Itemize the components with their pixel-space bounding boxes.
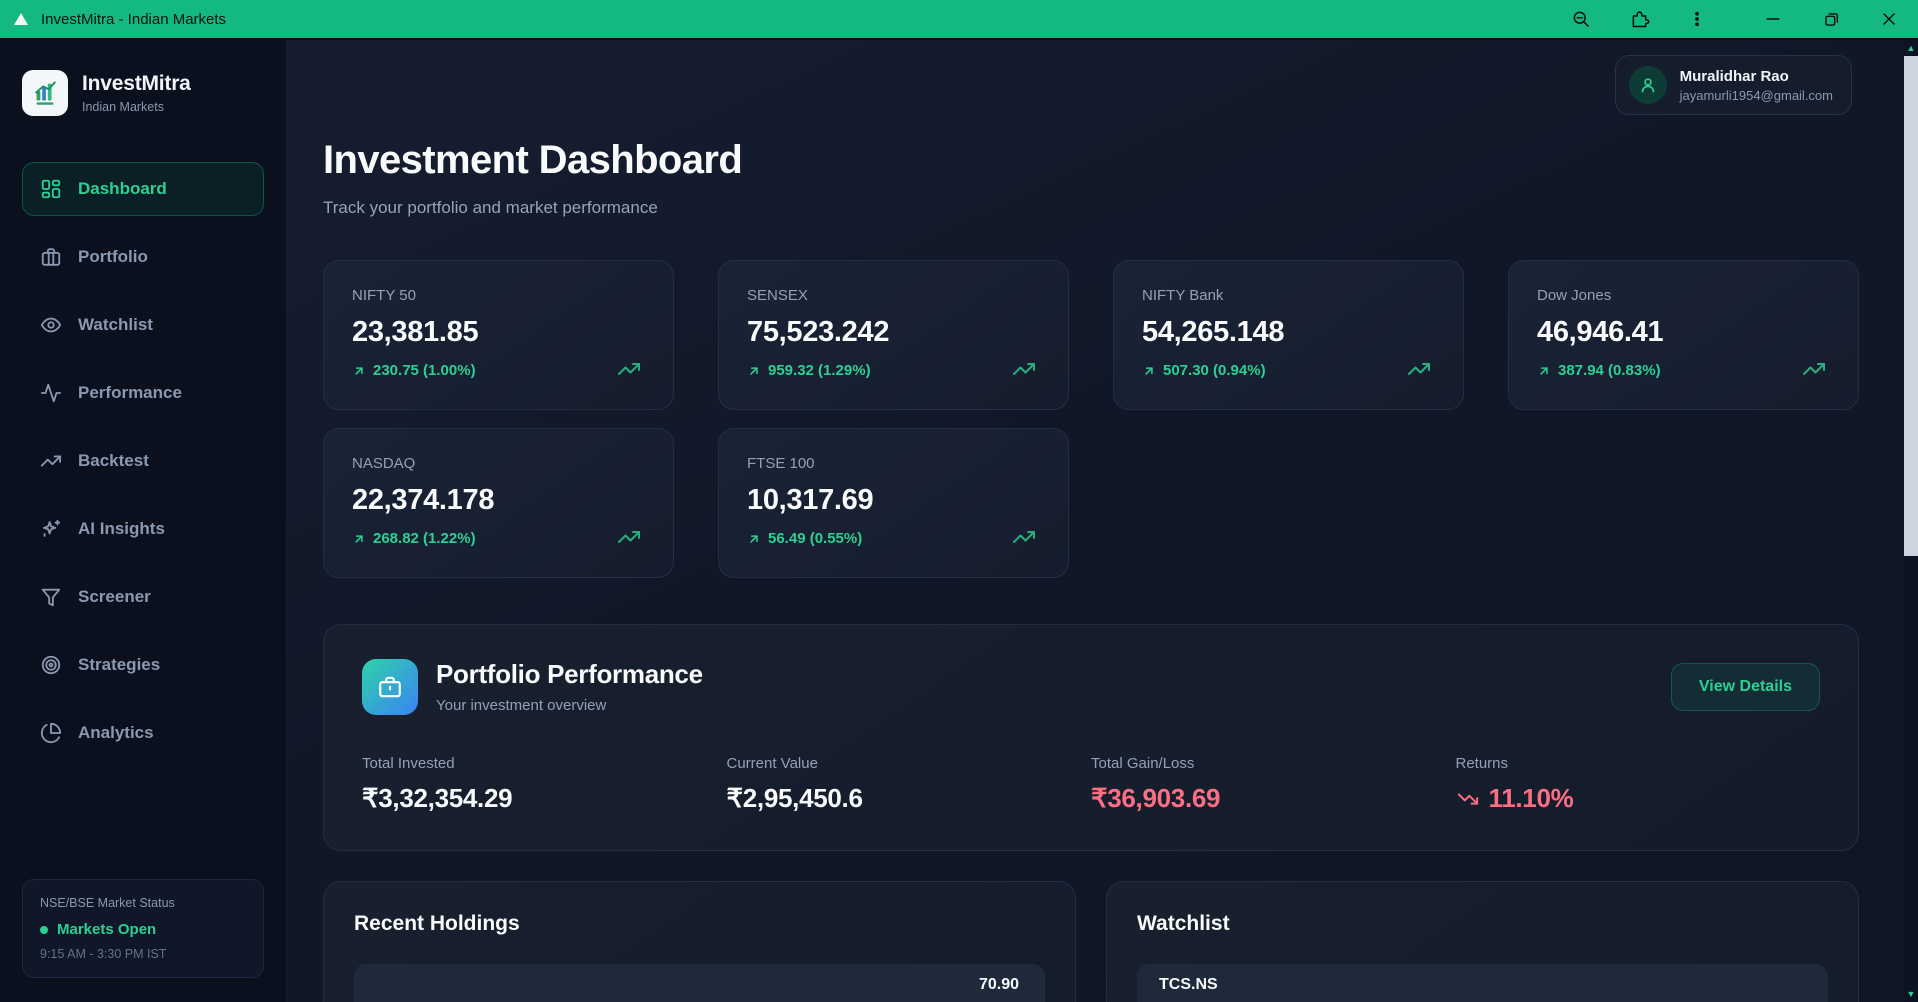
page-subtitle: Track your portfolio and market performa… xyxy=(323,198,1859,218)
market-index-grid: NIFTY 50 23,381.85 230.75 (1.00%) SENSEX… xyxy=(323,260,1859,578)
briefcase-icon xyxy=(40,246,62,268)
watchlist-panel: Watchlist TCS.NS xyxy=(1106,881,1859,1002)
restore-button[interactable] xyxy=(1802,0,1860,38)
portfolio-icon xyxy=(362,659,418,715)
trending-up-icon xyxy=(611,357,647,381)
view-details-button[interactable]: View Details xyxy=(1671,663,1820,711)
trending-up-icon xyxy=(1006,357,1042,381)
trending-up-icon xyxy=(1401,357,1437,381)
index-card-ftse100[interactable]: FTSE 100 10,317.69 56.49 (0.55%) xyxy=(718,428,1069,578)
sidebar-item-strategies[interactable]: Strategies xyxy=(22,638,264,692)
stat-total-invested: Total Invested ₹3,32,354.29 xyxy=(362,755,727,814)
minimize-button[interactable] xyxy=(1744,0,1802,38)
extensions-icon[interactable] xyxy=(1610,0,1668,38)
portfolio-title: Portfolio Performance xyxy=(436,659,703,690)
index-card-niftybank[interactable]: NIFTY Bank 54,265.148 507.30 (0.94%) xyxy=(1113,260,1464,410)
recent-holdings-panel: Recent Holdings 70.90 xyxy=(323,881,1076,1002)
brand-subtitle: Indian Markets xyxy=(82,100,191,114)
trending-up-icon xyxy=(611,525,647,549)
sidebar-item-dashboard[interactable]: Dashboard xyxy=(22,162,264,216)
watchlist-symbol: TCS.NS xyxy=(1159,976,1218,994)
app-window: InvestMitra - Indian Markets xyxy=(0,0,1918,1002)
trending-down-icon xyxy=(1456,788,1480,810)
eye-icon xyxy=(40,314,62,336)
menu-kebab-icon[interactable] xyxy=(1668,0,1726,38)
stat-returns: Returns 11.10% xyxy=(1456,755,1821,814)
arrow-up-right-icon xyxy=(747,364,761,378)
holding-row[interactable]: 70.90 xyxy=(354,964,1045,1002)
arrow-up-right-icon xyxy=(1142,364,1156,378)
brand-logo-icon xyxy=(22,70,68,116)
dashboard-content: Investment Dashboard Track your portfoli… xyxy=(287,40,1918,1002)
sidebar-item-watchlist[interactable]: Watchlist xyxy=(22,298,264,352)
arrow-up-right-icon xyxy=(747,532,761,546)
titlebar-actions xyxy=(1552,0,1918,38)
user-name: Muralidhar Rao xyxy=(1680,68,1833,85)
portfolio-subtitle: Your investment overview xyxy=(436,697,703,714)
sidebar-item-ai-insights[interactable]: AI Insights xyxy=(22,502,264,556)
sidebar-item-screener[interactable]: Screener xyxy=(22,570,264,624)
market-hours: 9:15 AM - 3:30 PM IST xyxy=(40,947,246,961)
main-area: Muralidhar Rao jayamurli1954@gmail.com I… xyxy=(287,40,1918,1002)
brand: InvestMitra Indian Markets xyxy=(22,70,264,116)
market-status-value: Markets Open xyxy=(40,921,246,938)
close-button[interactable] xyxy=(1860,0,1918,38)
briefcase-icon xyxy=(377,674,403,700)
avatar xyxy=(1629,66,1667,104)
stat-total-gain-loss: Total Gain/Loss ₹36,903.69 xyxy=(1091,755,1456,814)
holding-price: 70.90 xyxy=(979,976,1019,994)
pie-chart-icon xyxy=(40,722,62,744)
target-icon xyxy=(40,654,62,676)
trending-up-icon xyxy=(40,450,62,472)
sidebar-item-backtest[interactable]: Backtest xyxy=(22,434,264,488)
scrollbar-thumb[interactable] xyxy=(1904,56,1918,556)
activity-pulse-icon xyxy=(40,382,62,404)
trending-up-icon xyxy=(1006,525,1042,549)
market-status-title: NSE/BSE Market Status xyxy=(40,896,246,910)
app-logo-icon xyxy=(13,11,31,27)
user-email: jayamurli1954@gmail.com xyxy=(1680,88,1833,103)
sidebar-item-performance[interactable]: Performance xyxy=(22,366,264,420)
index-card-dowjones[interactable]: Dow Jones 46,946.41 387.94 (0.83%) xyxy=(1508,260,1859,410)
zoom-out-icon[interactable] xyxy=(1552,0,1610,38)
watchlist-row[interactable]: TCS.NS xyxy=(1137,964,1828,1002)
scroll-up-icon[interactable]: ▲ xyxy=(1907,40,1916,56)
window-titlebar: InvestMitra - Indian Markets xyxy=(0,0,1918,40)
scroll-down-icon[interactable]: ▼ xyxy=(1907,986,1916,1002)
index-card-sensex[interactable]: SENSEX 75,523.242 959.32 (1.29%) xyxy=(718,260,1069,410)
market-status-panel: NSE/BSE Market Status Markets Open 9:15 … xyxy=(22,879,264,978)
recent-holdings-title: Recent Holdings xyxy=(354,912,1045,936)
portfolio-performance-panel: Portfolio Performance Your investment ov… xyxy=(323,624,1859,851)
vertical-scrollbar[interactable]: ▲ ▼ xyxy=(1904,40,1918,1002)
arrow-up-right-icon xyxy=(1537,364,1551,378)
stat-current-value: Current Value ₹2,95,450.6 xyxy=(727,755,1092,814)
sidebar-item-analytics[interactable]: Analytics xyxy=(22,706,264,760)
sidebar-item-portfolio[interactable]: Portfolio xyxy=(22,230,264,284)
trending-up-icon xyxy=(1796,357,1832,381)
sidebar: InvestMitra Indian Markets Dashboard xyxy=(0,40,287,1002)
sparkles-icon xyxy=(40,518,62,540)
brand-name: InvestMitra xyxy=(82,72,191,96)
window-title: InvestMitra - Indian Markets xyxy=(41,11,226,28)
user-icon xyxy=(1638,75,1658,95)
index-card-nifty50[interactable]: NIFTY 50 23,381.85 230.75 (1.00%) xyxy=(323,260,674,410)
watchlist-title: Watchlist xyxy=(1137,912,1828,936)
arrow-up-right-icon xyxy=(352,364,366,378)
user-profile-card[interactable]: Muralidhar Rao jayamurli1954@gmail.com xyxy=(1615,55,1852,115)
page-title: Investment Dashboard xyxy=(323,138,1859,183)
dashboard-grid-icon xyxy=(40,178,62,200)
index-card-nasdaq[interactable]: NASDAQ 22,374.178 268.82 (1.22%) xyxy=(323,428,674,578)
status-dot-icon xyxy=(40,926,48,934)
sidebar-nav: Dashboard Portfolio Watchlist xyxy=(22,162,264,760)
filter-funnel-icon xyxy=(40,586,62,608)
portfolio-stats: Total Invested ₹3,32,354.29 Current Valu… xyxy=(362,755,1820,814)
arrow-up-right-icon xyxy=(352,532,366,546)
